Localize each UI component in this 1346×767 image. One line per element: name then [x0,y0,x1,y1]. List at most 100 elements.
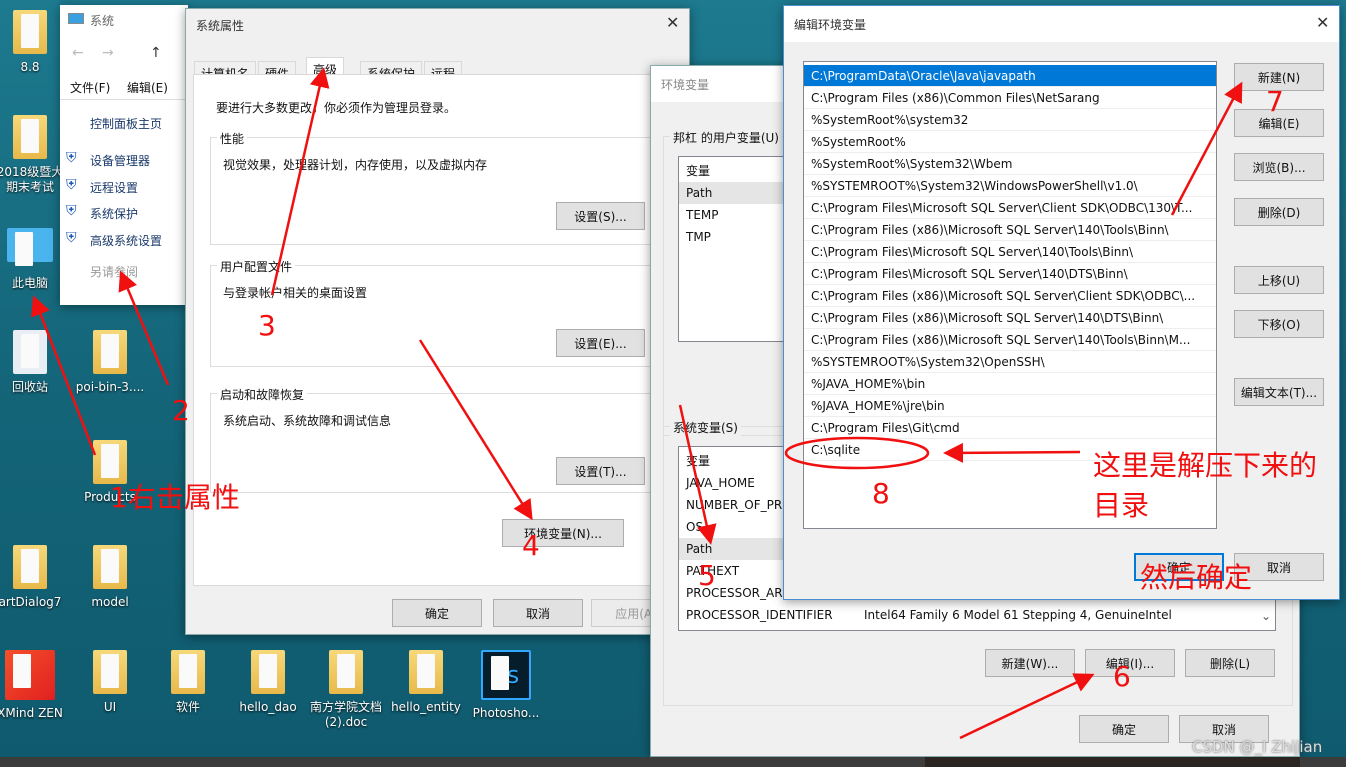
background-photo [925,757,1300,767]
up-icon[interactable]: ↑ [150,45,162,61]
scroll-down-icon[interactable]: ⌄ [1261,609,1271,623]
desktop-icon-label: 回收站 [11,380,48,394]
explorer-link[interactable]: 远程设置 [90,179,138,196]
desktop-icon[interactable]: hello_entity [388,650,464,715]
annotation-step-7: 7 [1266,85,1284,118]
path-entry[interactable]: C:\Program Files (x86)\Microsoft SQL Ser… [804,307,1216,329]
desktop-icon[interactable]: Ps Photosho... [468,650,544,721]
desktop-icon[interactable]: model [72,545,148,610]
new-system-variable-button[interactable]: 新建(W)... [985,649,1075,677]
annotation-step-8: 8 [872,477,890,510]
icon-image: Ps [481,650,531,700]
delete-system-variable-button[interactable]: 删除(L) [1185,649,1275,677]
desktop-icon[interactable]: 此电脑 [0,228,68,291]
path-entry[interactable]: %JAVA_HOME%\bin [804,373,1216,395]
variable-name: Path [686,186,713,200]
variable-name: TEMP [686,208,719,222]
variable-name: PROCESSOR_IDENTIFIER [686,608,833,622]
edit-dialog-button-2[interactable]: 浏览(B)... [1234,153,1324,181]
desktop-icon[interactable]: 软件 [150,650,226,715]
startup-recovery-settings-button[interactable]: 设置(T)... [556,457,645,485]
path-entry[interactable]: C:\Program Files (x86)\Common Files\NetS… [804,87,1216,109]
explorer-title: 系统 [90,14,115,28]
desktop-icon[interactable]: 南方学院文档(2).doc [308,650,384,730]
ok-button[interactable]: 确定 [392,599,482,627]
user-profile-desc: 与登录帐户相关的桌面设置 [223,286,368,300]
variable-name: JAVA_HOME [686,476,755,490]
dialog-title: 环境变量 [661,78,710,92]
icon-image [251,650,285,694]
desktop-icon[interactable]: 8.8 [0,10,68,75]
desktop-icon[interactable]: poi-bin-3.... [72,330,148,395]
icon-image [93,650,127,694]
annotation-then-ok: 然后确定 [1140,561,1253,594]
path-entry[interactable]: %JAVA_HOME%\jre\bin [804,395,1216,417]
desktop-icon-label: UI [103,700,117,714]
edit-dialog-button-5[interactable]: 下移(O) [1234,310,1324,338]
edit-dialog-button-6[interactable]: 编辑文本(T)... [1234,378,1324,406]
path-entry[interactable]: %SYSTEMROOT%\System32\OpenSSH\ [804,351,1216,373]
path-entry[interactable]: C:\ProgramData\Oracle\Java\javapath [804,65,1216,87]
user-variables-label: 邦杠 的用户变量(U) [670,129,782,146]
control-panel-home-link[interactable]: 控制面板主页 [90,115,162,132]
cancel-button[interactable]: 取消 [493,599,583,627]
back-icon[interactable]: ← [72,45,84,61]
explorer-link[interactable]: 设备管理器 [90,152,150,169]
path-entry[interactable]: %SYSTEMROOT%\System32\WindowsPowerShell\… [804,175,1216,197]
edit-environment-variable-dialog: 编辑环境变量 ✕ C:\ProgramData\Oracle\Java\java… [783,5,1340,600]
desktop-icon-label: hello_entity [391,700,461,714]
desktop-icon[interactable]: XMind ZEN [0,650,68,721]
path-entry[interactable]: C:\Program Files\Microsoft SQL Server\14… [804,241,1216,263]
desktop-icon[interactable]: UI [72,650,148,715]
startup-recovery-label: 启动和故障恢复 [217,386,308,403]
edit-dialog-button-3[interactable]: 删除(D) [1234,198,1324,226]
watermark: CSDN @_I Zhijian [1192,738,1323,756]
icon-image [13,330,47,374]
menu-file[interactable]: 文件(F) [70,79,110,96]
explorer-link[interactable]: 系统保护 [90,205,138,222]
close-icon[interactable]: ✕ [666,13,679,32]
startup-recovery-group: 启动和故障恢复 系统启动、系统故障和调试信息 设置(T)... [210,386,656,493]
desktop-icon[interactable]: hello_dao [230,650,306,715]
close-icon[interactable]: ✕ [1316,13,1329,32]
path-entry[interactable]: C:\Program Files\Microsoft SQL Server\Cl… [804,197,1216,219]
menu-edit[interactable]: 编辑(E) [127,79,168,96]
icon-image [93,545,127,589]
icon-image [7,228,53,266]
user-profile-settings-button[interactable]: 设置(E)... [556,329,645,357]
icon-image [13,545,47,589]
path-entry[interactable]: C:\Program Files\Git\cmd [804,417,1216,439]
shield-icon: ⛨ [66,229,77,246]
desktop-icon[interactable]: 回收站 [0,330,68,395]
desktop-icon-label: hello_dao [239,700,297,714]
user-profile-label: 用户配置文件 [217,258,296,275]
variable-name: OS [686,520,704,534]
performance-group: 性能 视觉效果，处理器计划，内存使用，以及虚拟内存 设置(S)... [210,130,656,245]
list-item[interactable]: PROCESSOR_IDENTIFIER Intel64 Family 6 Mod… [679,604,1275,626]
forward-icon[interactable]: → [102,45,114,61]
path-entry[interactable]: %SystemRoot% [804,131,1216,153]
explorer-link[interactable]: 高级系统设置 [90,232,162,249]
path-entry[interactable]: %SystemRoot%\System32\Wbem [804,153,1216,175]
annotation-step-1: 1右击属性 [110,481,240,514]
desktop-icon-label: model [91,595,129,609]
path-entry[interactable]: C:\Program Files (x86)\Microsoft SQL Ser… [804,329,1216,351]
desktop-icon[interactable]: artDialog7 [0,545,68,610]
desktop-icon[interactable]: 2018级暨大期末考试 [0,115,68,195]
path-entry[interactable]: %SystemRoot%\system32 [804,109,1216,131]
ok-button[interactable]: 确定 [1079,715,1169,743]
dialog-title: 系统属性 [196,19,245,33]
performance-settings-button[interactable]: 设置(S)... [556,202,645,230]
variable-value: Intel64 Family 6 Model 61 Stepping 4, Ge… [864,608,1172,622]
desktop-icon-label: XMind ZEN [0,706,63,720]
icon-image [13,10,47,54]
annotation-unzip-dir-2: 目录 [1093,489,1150,522]
path-entry[interactable]: C:\Program Files (x86)\Microsoft SQL Ser… [804,219,1216,241]
edit-dialog-button-4[interactable]: 上移(U) [1234,266,1324,294]
environment-variables-button[interactable]: 环境变量(N)... [502,519,624,547]
shield-icon: ⛨ [66,203,77,219]
path-entry[interactable]: C:\Program Files\Microsoft SQL Server\14… [804,263,1216,285]
desktop-icon-label: 8.8 [20,60,40,74]
icon-image [5,650,55,700]
path-entry[interactable]: C:\Program Files (x86)\Microsoft SQL Ser… [804,285,1216,307]
